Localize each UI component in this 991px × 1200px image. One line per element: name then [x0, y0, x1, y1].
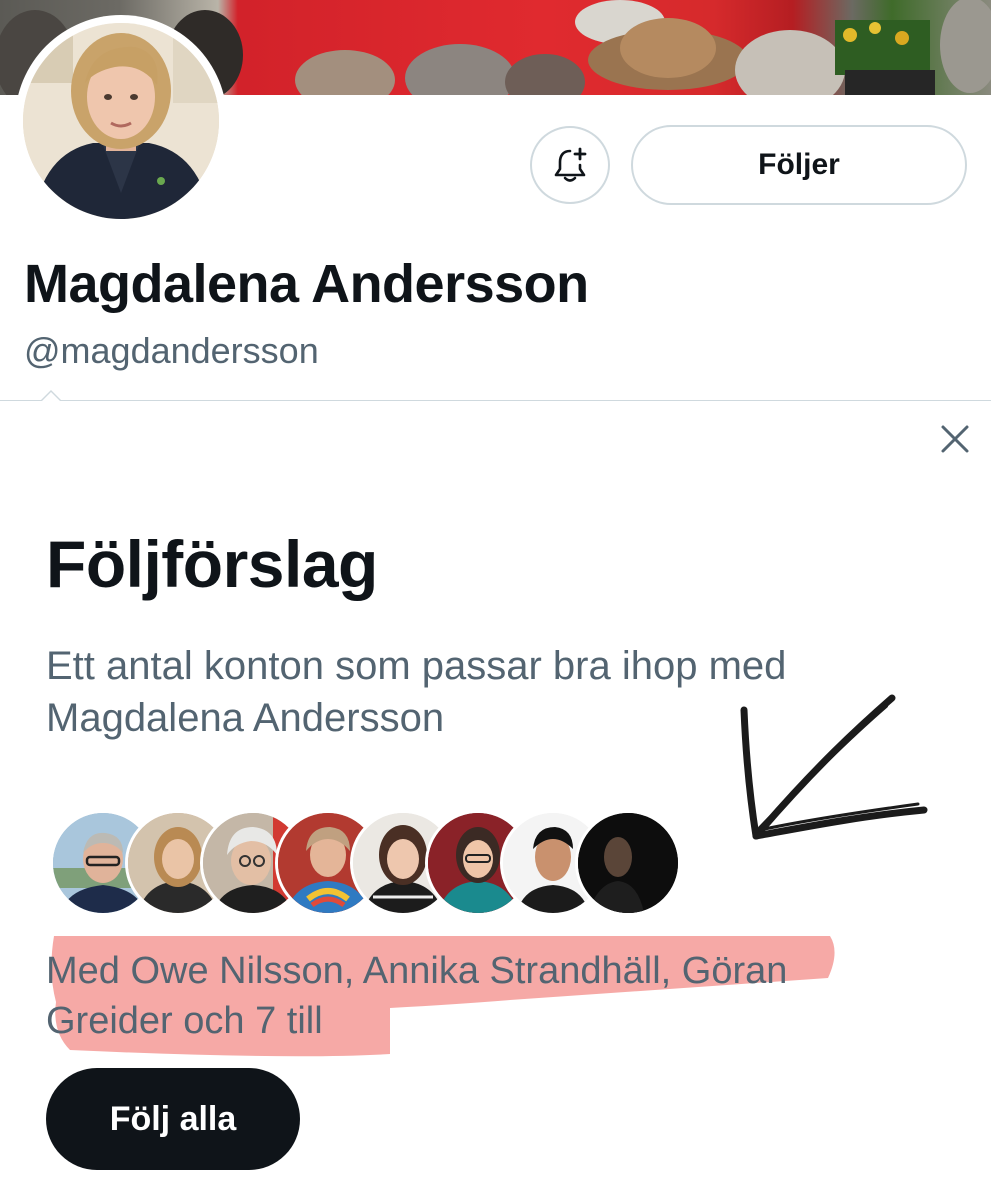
- divider-notch-fill: [41, 392, 61, 402]
- notifications-toggle-button[interactable]: [530, 126, 610, 204]
- suggested-avatar-8[interactable]: [575, 810, 681, 916]
- profile-avatar-frame[interactable]: [15, 15, 227, 227]
- avatar-portrait-image: [23, 23, 219, 219]
- follow-all-button-label: Följ alla: [109, 1099, 237, 1138]
- hand-drawn-arrow-annotation: [740, 694, 928, 840]
- following-button[interactable]: Följer: [631, 125, 967, 205]
- suggestions-title: Följförslag: [46, 527, 378, 601]
- following-button-label: Följer: [758, 148, 840, 181]
- profile-display-name: Magdalena Andersson: [24, 254, 589, 314]
- close-icon: [941, 425, 969, 453]
- avatar: [578, 813, 678, 913]
- follow-all-button[interactable]: Följ alla: [46, 1068, 300, 1170]
- section-divider: [0, 400, 991, 401]
- dismiss-suggestions-button[interactable]: [934, 418, 976, 460]
- avatar: [23, 23, 219, 219]
- suggested-accounts-avatars[interactable]: [50, 810, 681, 920]
- bell-plus-icon: [554, 147, 587, 182]
- mutual-followers-text[interactable]: Med Owe Nilsson, Annika Strandhäll, Göra…: [46, 946, 886, 1046]
- profile-handle: @magdandersson: [24, 330, 319, 371]
